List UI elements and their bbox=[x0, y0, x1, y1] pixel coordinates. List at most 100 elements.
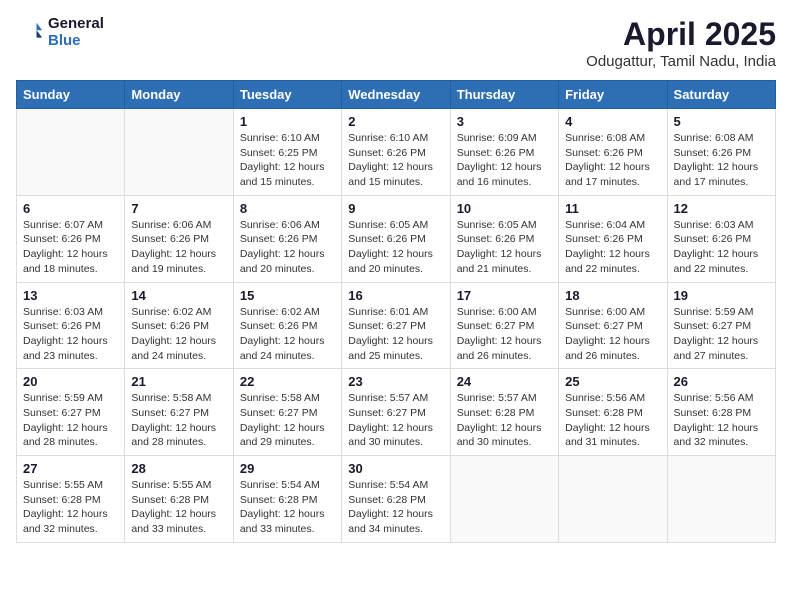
weekday-header: Tuesday bbox=[233, 81, 341, 109]
calendar-cell bbox=[667, 456, 775, 543]
calendar-table: SundayMondayTuesdayWednesdayThursdayFrid… bbox=[16, 80, 776, 543]
day-info: Sunrise: 6:06 AM Sunset: 6:26 PM Dayligh… bbox=[131, 218, 226, 277]
calendar-cell: 15Sunrise: 6:02 AM Sunset: 6:26 PM Dayli… bbox=[233, 282, 341, 369]
day-info: Sunrise: 6:02 AM Sunset: 6:26 PM Dayligh… bbox=[131, 305, 226, 364]
weekday-header: Sunday bbox=[17, 81, 125, 109]
calendar-cell: 14 Sunrise: 6:02 AM Sunset: 6:26 PM Dayli… bbox=[125, 282, 233, 369]
calendar-week-row: 1Sunrise: 6:10 AM Sunset: 6:25 PM Daylig… bbox=[17, 109, 776, 196]
day-info: Sunrise: 5:54 AM Sunset: 6:28 PM Dayligh… bbox=[240, 478, 335, 537]
calendar-cell: 29Sunrise: 5:54 AM Sunset: 6:28 PM Dayli… bbox=[233, 456, 341, 543]
calendar-cell: 16Sunrise: 6:01 AM Sunset: 6:27 PM Dayli… bbox=[342, 282, 450, 369]
day-info: Sunrise: 6:10 AM Sunset: 6:25 PM Dayligh… bbox=[240, 131, 335, 190]
calendar-cell: 5Sunrise: 6:08 AM Sunset: 6:26 PM Daylig… bbox=[667, 109, 775, 196]
day-number: 10 bbox=[457, 201, 552, 216]
calendar-cell: 10 Sunrise: 6:05 AM Sunset: 6:26 PM Dayli… bbox=[450, 195, 558, 282]
day-info: Sunrise: 6:08 AM Sunset: 6:26 PM Dayligh… bbox=[565, 131, 660, 190]
calendar-cell bbox=[450, 456, 558, 543]
day-number: 27 bbox=[23, 461, 118, 476]
calendar-cell: 27 Sunrise: 5:55 AM Sunset: 6:28 PM Dayli… bbox=[17, 456, 125, 543]
calendar-week-row: 13 Sunrise: 6:03 AM Sunset: 6:26 PM Dayli… bbox=[17, 282, 776, 369]
calendar-week-row: 27 Sunrise: 5:55 AM Sunset: 6:28 PM Dayli… bbox=[17, 456, 776, 543]
day-number: 14 bbox=[131, 288, 226, 303]
day-number: 6 bbox=[23, 201, 118, 216]
day-info: Sunrise: 6:09 AM Sunset: 6:26 PM Dayligh… bbox=[457, 131, 552, 190]
day-number: 3 bbox=[457, 114, 552, 129]
month-title: April 2025 bbox=[586, 16, 776, 53]
calendar-cell: 26 Sunrise: 5:56 AM Sunset: 6:28 PM Dayli… bbox=[667, 369, 775, 456]
day-number: 13 bbox=[23, 288, 118, 303]
day-info: Sunrise: 5:57 AM Sunset: 6:27 PM Dayligh… bbox=[348, 391, 443, 450]
day-info: Sunrise: 6:10 AM Sunset: 6:26 PM Dayligh… bbox=[348, 131, 443, 190]
day-info: Sunrise: 6:05 AM Sunset: 6:26 PM Dayligh… bbox=[457, 218, 552, 277]
logo-line2: Blue bbox=[48, 33, 104, 50]
calendar-cell: 4Sunrise: 6:08 AM Sunset: 6:26 PM Daylig… bbox=[559, 109, 667, 196]
day-number: 12 bbox=[674, 201, 769, 216]
weekday-header: Thursday bbox=[450, 81, 558, 109]
calendar-cell: 17Sunrise: 6:00 AM Sunset: 6:27 PM Dayli… bbox=[450, 282, 558, 369]
day-number: 24 bbox=[457, 374, 552, 389]
weekday-header: Monday bbox=[125, 81, 233, 109]
calendar-cell bbox=[559, 456, 667, 543]
day-info: Sunrise: 6:02 AM Sunset: 6:26 PM Dayligh… bbox=[240, 305, 335, 364]
calendar-cell bbox=[17, 109, 125, 196]
day-info: Sunrise: 6:06 AM Sunset: 6:26 PM Dayligh… bbox=[240, 218, 335, 277]
day-number: 7 bbox=[131, 201, 226, 216]
calendar-cell: 11 Sunrise: 6:04 AM Sunset: 6:26 PM Dayli… bbox=[559, 195, 667, 282]
day-info: Sunrise: 5:58 AM Sunset: 6:27 PM Dayligh… bbox=[131, 391, 226, 450]
calendar-cell: 12 Sunrise: 6:03 AM Sunset: 6:26 PM Dayli… bbox=[667, 195, 775, 282]
day-number: 28 bbox=[131, 461, 226, 476]
day-info: Sunrise: 6:05 AM Sunset: 6:26 PM Dayligh… bbox=[348, 218, 443, 277]
calendar-cell: 30 Sunrise: 5:54 AM Sunset: 6:28 PM Dayli… bbox=[342, 456, 450, 543]
calendar-cell: 2Sunrise: 6:10 AM Sunset: 6:26 PM Daylig… bbox=[342, 109, 450, 196]
day-number: 8 bbox=[240, 201, 335, 216]
day-number: 22 bbox=[240, 374, 335, 389]
day-info: Sunrise: 5:57 AM Sunset: 6:28 PM Dayligh… bbox=[457, 391, 552, 450]
weekday-header: Saturday bbox=[667, 81, 775, 109]
calendar-cell: 18 Sunrise: 6:00 AM Sunset: 6:27 PM Dayli… bbox=[559, 282, 667, 369]
calendar-cell: 22 Sunrise: 5:58 AM Sunset: 6:27 PM Dayli… bbox=[233, 369, 341, 456]
day-number: 19 bbox=[674, 288, 769, 303]
day-info: Sunrise: 5:54 AM Sunset: 6:28 PM Dayligh… bbox=[348, 478, 443, 537]
day-info: Sunrise: 6:03 AM Sunset: 6:26 PM Dayligh… bbox=[23, 305, 118, 364]
day-number: 16 bbox=[348, 288, 443, 303]
day-number: 9 bbox=[348, 201, 443, 216]
logo: General Blue bbox=[16, 16, 104, 49]
calendar-cell: 20Sunrise: 5:59 AM Sunset: 6:27 PM Dayli… bbox=[17, 369, 125, 456]
day-number: 26 bbox=[674, 374, 769, 389]
day-number: 21 bbox=[131, 374, 226, 389]
day-info: Sunrise: 6:03 AM Sunset: 6:26 PM Dayligh… bbox=[674, 218, 769, 277]
day-info: Sunrise: 6:04 AM Sunset: 6:26 PM Dayligh… bbox=[565, 218, 660, 277]
day-number: 23 bbox=[348, 374, 443, 389]
calendar-cell: 3 Sunrise: 6:09 AM Sunset: 6:26 PM Daylig… bbox=[450, 109, 558, 196]
calendar-cell: 1Sunrise: 6:10 AM Sunset: 6:25 PM Daylig… bbox=[233, 109, 341, 196]
day-number: 30 bbox=[348, 461, 443, 476]
day-number: 5 bbox=[674, 114, 769, 129]
day-number: 11 bbox=[565, 201, 660, 216]
location: Odugattur, Tamil Nadu, India bbox=[586, 53, 776, 70]
calendar-cell: 13 Sunrise: 6:03 AM Sunset: 6:26 PM Dayli… bbox=[17, 282, 125, 369]
day-info: Sunrise: 6:00 AM Sunset: 6:27 PM Dayligh… bbox=[457, 305, 552, 364]
day-info: Sunrise: 5:55 AM Sunset: 6:28 PM Dayligh… bbox=[23, 478, 118, 537]
calendar-cell: 24 Sunrise: 5:57 AM Sunset: 6:28 PM Dayli… bbox=[450, 369, 558, 456]
day-info: Sunrise: 6:00 AM Sunset: 6:27 PM Dayligh… bbox=[565, 305, 660, 364]
logo-icon bbox=[16, 19, 44, 47]
day-info: Sunrise: 5:56 AM Sunset: 6:28 PM Dayligh… bbox=[674, 391, 769, 450]
calendar-cell: 6 Sunrise: 6:07 AM Sunset: 6:26 PM Daylig… bbox=[17, 195, 125, 282]
calendar-week-row: 20Sunrise: 5:59 AM Sunset: 6:27 PM Dayli… bbox=[17, 369, 776, 456]
title-block: April 2025 Odugattur, Tamil Nadu, India bbox=[586, 16, 776, 70]
day-number: 18 bbox=[565, 288, 660, 303]
calendar-cell: 7 Sunrise: 6:06 AM Sunset: 6:26 PM Daylig… bbox=[125, 195, 233, 282]
day-info: Sunrise: 6:07 AM Sunset: 6:26 PM Dayligh… bbox=[23, 218, 118, 277]
day-info: Sunrise: 5:55 AM Sunset: 6:28 PM Dayligh… bbox=[131, 478, 226, 537]
calendar-cell bbox=[125, 109, 233, 196]
day-info: Sunrise: 5:58 AM Sunset: 6:27 PM Dayligh… bbox=[240, 391, 335, 450]
calendar-week-row: 6 Sunrise: 6:07 AM Sunset: 6:26 PM Daylig… bbox=[17, 195, 776, 282]
weekday-header-row: SundayMondayTuesdayWednesdayThursdayFrid… bbox=[17, 81, 776, 109]
day-info: Sunrise: 5:59 AM Sunset: 6:27 PM Dayligh… bbox=[674, 305, 769, 364]
weekday-header: Wednesday bbox=[342, 81, 450, 109]
calendar-cell: 23 Sunrise: 5:57 AM Sunset: 6:27 PM Dayli… bbox=[342, 369, 450, 456]
day-number: 25 bbox=[565, 374, 660, 389]
calendar-cell: 8 Sunrise: 6:06 AM Sunset: 6:26 PM Daylig… bbox=[233, 195, 341, 282]
calendar-cell: 21 Sunrise: 5:58 AM Sunset: 6:27 PM Dayli… bbox=[125, 369, 233, 456]
page-header: General Blue April 2025 Odugattur, Tamil… bbox=[16, 16, 776, 70]
